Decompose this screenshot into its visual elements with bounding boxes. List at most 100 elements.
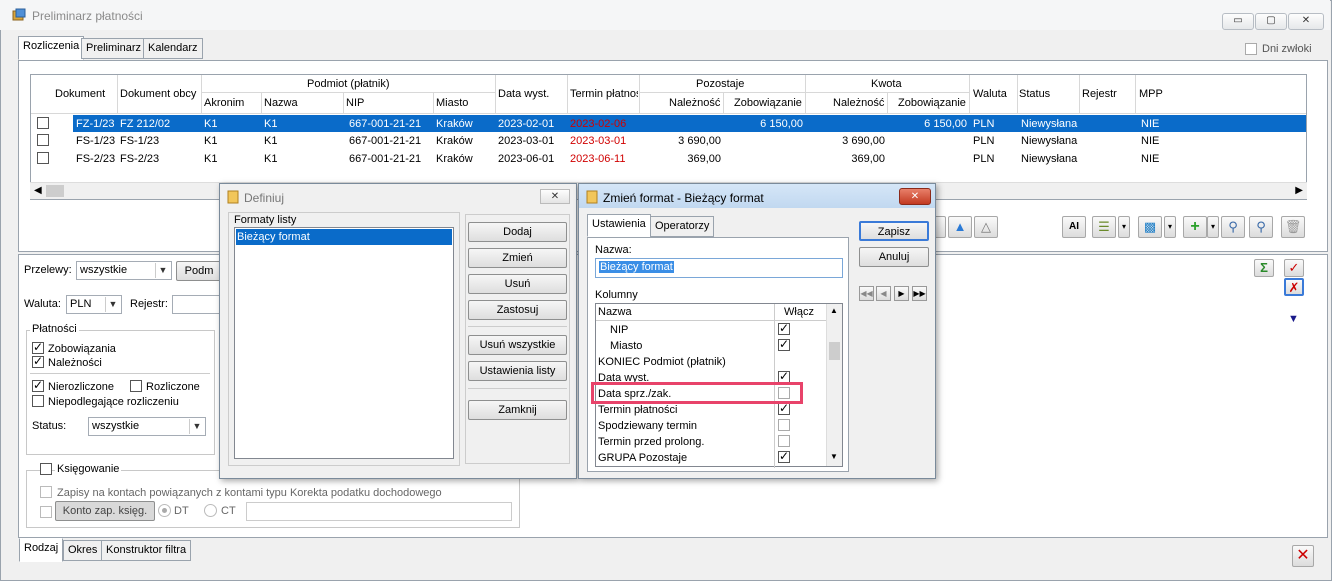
maximize-button[interactable]: ▢ <box>1255 13 1287 30</box>
column-checkbox[interactable] <box>778 419 790 431</box>
status-select[interactable]: wszystkie ▼ <box>88 417 206 436</box>
usun-button[interactable]: Usuń <box>468 274 567 294</box>
scroll-thumb[interactable] <box>46 185 64 197</box>
row-checkbox[interactable] <box>37 117 49 129</box>
close-red-icon[interactable]: ✕ <box>1292 545 1314 567</box>
niepodlegajace-checkbox[interactable] <box>32 395 44 407</box>
naleznosci-checkbox[interactable] <box>32 354 44 368</box>
row-nazwa[interactable]: K1 <box>264 153 277 165</box>
podmiot-button[interactable]: Podm <box>176 261 222 281</box>
zastosuj-button[interactable]: Zastosuj <box>468 300 567 320</box>
column-checkbox[interactable] <box>778 337 790 351</box>
column-item[interactable]: Miasto <box>610 340 642 352</box>
tab-okres[interactable]: Okres <box>63 540 103 561</box>
header-termin[interactable]: Termin płatnoś <box>570 88 638 100</box>
header-nip[interactable]: NIP <box>346 97 364 109</box>
row-dokument-obcy[interactable]: FS-1/23 <box>120 135 159 147</box>
tab-operatorzy[interactable]: Operatorzy <box>650 216 715 237</box>
dni-zwloki-checkbox[interactable] <box>1245 43 1257 55</box>
minimize-button[interactable]: ▭ <box>1222 13 1254 30</box>
rejestr-input[interactable] <box>172 295 220 314</box>
row-dokument[interactable]: FS-1/23 <box>76 135 115 147</box>
usun-wszystkie-button[interactable]: Usuń wszystkie <box>468 335 567 355</box>
row-termin[interactable]: 2023-03-01 <box>570 135 626 147</box>
row-nazwa[interactable]: K1 <box>264 118 277 130</box>
column-checkbox[interactable] <box>778 435 790 447</box>
header-kwota-zobowiazanie[interactable]: Zobowiązanie <box>898 97 966 109</box>
rozliczone-checkbox[interactable] <box>130 380 142 392</box>
ai-icon[interactable]: AI <box>1062 216 1086 238</box>
row-akronim[interactable]: K1 <box>204 153 217 165</box>
row-miasto[interactable]: Kraków <box>436 153 473 165</box>
scroll-thumb[interactable] <box>829 342 840 360</box>
nazwa-input[interactable]: Bieżący format <box>595 258 843 278</box>
scroll-down-icon[interactable]: ▼ <box>830 452 838 461</box>
row-nazwa[interactable]: K1 <box>264 135 277 147</box>
header-miasto[interactable]: Miasto <box>436 97 468 109</box>
row-mpp[interactable]: NIE <box>1141 153 1159 165</box>
nav-last-icon[interactable]: ▶▶ <box>912 286 927 301</box>
tab-ustawienia[interactable]: Ustawienia <box>587 214 651 237</box>
ct-radio[interactable] <box>204 504 217 517</box>
filter-funnel-icon[interactable]: ▼ <box>1288 313 1299 325</box>
row-k-naleznosc[interactable]: 3 690,00 <box>807 135 885 147</box>
row-nip[interactable]: 667-001-21-21 <box>349 153 421 165</box>
konto-input[interactable] <box>246 502 512 521</box>
row-dokument[interactable]: FZ-1/23 <box>76 118 115 130</box>
column-item[interactable]: KONIEC Podmiot (płatnik) <box>598 356 726 368</box>
sum-icon[interactable]: Σ <box>1254 259 1274 277</box>
zapisy-checkbox[interactable] <box>40 486 52 498</box>
row-p-naleznosc[interactable]: 3 690,00 <box>641 135 721 147</box>
row-data-wyst[interactable]: 2023-06-01 <box>498 153 554 165</box>
zoom-icon[interactable]: ⚲ <box>1249 216 1273 238</box>
row-waluta[interactable]: PLN <box>973 118 994 130</box>
column-item[interactable]: Termin płatności <box>598 404 677 416</box>
row-k-naleznosc[interactable]: 369,00 <box>807 153 885 165</box>
header-nazwa[interactable]: Nazwa <box>264 97 298 109</box>
dodaj-button[interactable]: Dodaj <box>468 222 567 242</box>
nierozliczone-checkbox[interactable] <box>32 378 44 392</box>
close-window-button[interactable]: ✕ <box>1288 13 1324 30</box>
tab-kalendarz[interactable]: Kalendarz <box>143 38 203 59</box>
row-termin[interactable]: 2023-06-11 <box>570 153 625 165</box>
row-miasto[interactable]: Kraków <box>436 118 473 130</box>
row-mpp[interactable]: NIE <box>1141 118 1159 130</box>
row-checkbox[interactable] <box>37 134 49 146</box>
check-icon[interactable]: ✓ <box>1284 259 1304 277</box>
row-checkbox[interactable] <box>37 152 49 164</box>
row-p-zobowiazanie[interactable]: 6 150,00 <box>725 118 803 130</box>
dropdown-arrow-icon[interactable]: ▾ <box>1164 216 1176 238</box>
row-dokument-obcy[interactable]: FS-2/23 <box>120 153 159 165</box>
header-mpp[interactable]: MPP <box>1139 88 1163 100</box>
row-data-wyst[interactable]: 2023-03-01 <box>498 135 554 147</box>
nav-prev-icon[interactable]: ◀ <box>876 286 891 301</box>
formaty-list[interactable]: Bieżący format <box>234 227 454 459</box>
header-pozostaje-naleznosc[interactable]: Należność <box>669 97 720 109</box>
zapisz-button[interactable]: Zapisz <box>859 221 929 241</box>
nav-next-icon[interactable]: ▶ <box>894 286 909 301</box>
header-rejestr[interactable]: Rejestr <box>1082 88 1117 100</box>
row-data-wyst[interactable]: 2023-02-01 <box>498 118 554 130</box>
zamknij-button[interactable]: Zamknij <box>468 400 567 420</box>
header-dokument-obcy[interactable]: Dokument obcy <box>120 88 196 100</box>
header-dokument[interactable]: Dokument <box>55 88 105 100</box>
row-nip[interactable]: 667-001-21-21 <box>349 135 421 147</box>
row-akronim[interactable]: K1 <box>204 118 217 130</box>
header-pozostaje-zobowiazanie[interactable]: Zobowiązanie <box>734 97 802 109</box>
search-icon[interactable]: ⚲ <box>1221 216 1245 238</box>
nav-first-icon[interactable]: ◀◀ <box>859 286 874 301</box>
row-waluta[interactable]: PLN <box>973 153 994 165</box>
column-checkbox[interactable] <box>778 401 790 415</box>
column-checkbox[interactable] <box>778 449 790 463</box>
document-icon[interactable]: ☰ <box>1092 216 1116 238</box>
zobowiazania-checkbox[interactable] <box>32 340 44 354</box>
row-status[interactable]: Niewysłana <box>1021 135 1077 147</box>
row-dokument[interactable]: FS-2/23 <box>76 153 115 165</box>
scroll-right-icon[interactable]: ▶ <box>1295 185 1303 196</box>
waluta-select[interactable]: PLN ▼ <box>66 295 122 314</box>
close-icon[interactable]: ✕ <box>540 189 570 204</box>
delete-icon[interactable]: 🗑 <box>1281 216 1305 238</box>
row-status[interactable]: Niewysłana <box>1021 118 1077 130</box>
column-item[interactable]: Spodziewany termin <box>598 420 697 432</box>
tab-preliminarz[interactable]: Preliminarz <box>81 38 147 59</box>
